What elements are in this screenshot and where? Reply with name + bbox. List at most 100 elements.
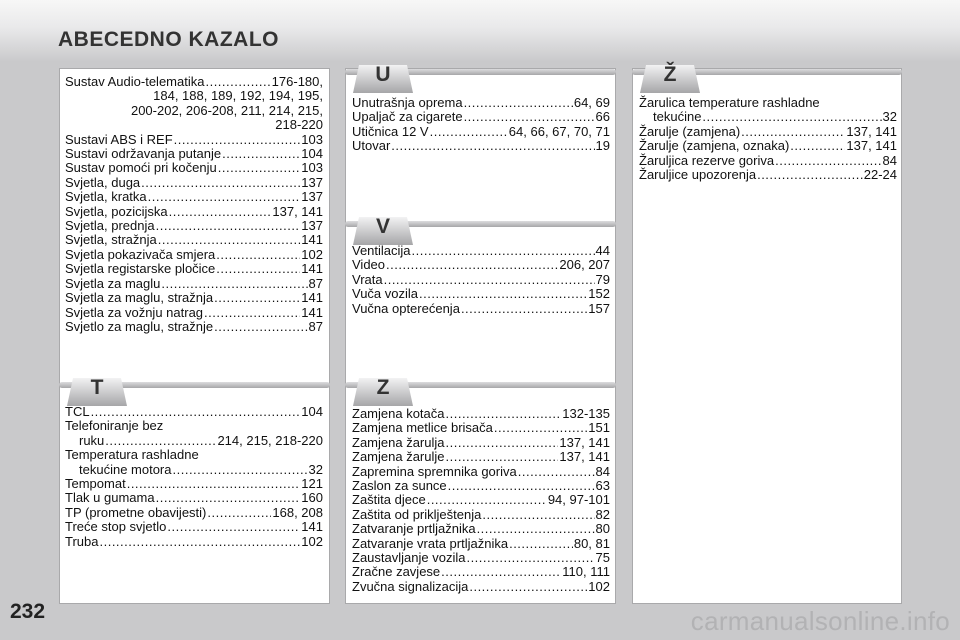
index-entry: Sustav Audio-telematika 176-180, — [65, 74, 323, 89]
entry-pages: 121 — [301, 476, 323, 492]
dot-leader — [91, 405, 301, 419]
index-entry: Svjetla, kratka 137 — [65, 189, 323, 205]
dot-leader — [461, 302, 587, 316]
section-zh: Ž — [632, 63, 902, 93]
dot-leader — [173, 463, 308, 477]
index-entry: Sustav pomoći pri kočenju 103 — [65, 160, 323, 176]
entry-pages: 87 — [308, 318, 323, 334]
dot-leader — [427, 493, 547, 507]
section-letter: Ž — [663, 63, 677, 86]
entry-pages: 137, 141 — [559, 449, 610, 465]
entry-pages: 102 — [301, 246, 323, 262]
page-title: ABECEDNO KAZALO — [58, 28, 279, 51]
index-entry: tekućine motora 32 — [65, 461, 323, 477]
entry-term: Tlak u gumama — [65, 490, 155, 506]
dot-leader — [448, 479, 595, 493]
entry-pages: 176-180, — [271, 74, 323, 89]
entry-term: TP (prometne obavijesti) — [65, 504, 207, 520]
dot-leader — [509, 537, 573, 551]
entry-term: Sustav pomoći pri kočenju — [65, 160, 217, 176]
entry-pages: 103 — [301, 160, 323, 176]
index-entry: Sustavi održavanja putanje 104 — [65, 146, 323, 162]
entry-term: Svjetla, kratka — [65, 189, 147, 205]
index-entry: Ventilacija 44 — [352, 243, 610, 258]
entry-term: Zatvaranje prtljažnika — [352, 521, 476, 537]
dot-leader — [205, 75, 270, 89]
entry-pages: 141 — [301, 304, 323, 320]
entry-term: Unutrašnja oprema — [352, 95, 463, 110]
index-entry: Unutrašnja oprema 64, 69 — [352, 95, 610, 110]
entry-term: tekućine motora — [79, 461, 172, 477]
entry-term: Žarulje (zamjena) — [639, 123, 741, 139]
dot-leader — [464, 96, 573, 110]
index-entry: Sustavi ABS i REF 103 — [65, 132, 323, 147]
section-letter: T — [90, 376, 104, 399]
index-entry: Treće stop svjetlo 141 — [65, 519, 323, 535]
entry-pages: 66 — [595, 109, 610, 125]
index-entry: Svjetla registarske pločice 141 — [65, 261, 323, 277]
dot-leader — [169, 205, 272, 219]
entry-term-line: Temperatura rashladne — [65, 447, 199, 463]
index-entry: Žarulje (zamjena) 137, 141 — [639, 123, 897, 139]
entry-pages: 168, 208 — [272, 504, 323, 520]
index-entry: Svjetla za vožnju natrag 141 — [65, 304, 323, 320]
index-entry: Vučna opterećenja 157 — [352, 301, 610, 316]
dot-leader — [464, 110, 595, 124]
index-column-1: Sustav Audio-telematika 176-180,184, 188,… — [59, 68, 330, 604]
entry-term: Zaštita od priklještenja — [352, 506, 482, 522]
entry-term: Žaruljica rezerve goriva — [639, 152, 775, 168]
entry-pages: 141 — [301, 261, 323, 277]
index-entry: Video 206, 207 — [352, 257, 610, 272]
index-entry: Zaštita od priklještenja 82 — [352, 506, 610, 522]
dot-leader — [99, 535, 300, 549]
entry-term: Svjetla za maglu — [65, 275, 161, 291]
index-entry: Utičnica 12 V 64, 66, 67, 70, 71 — [352, 124, 610, 139]
index-entry: Zatvaranje prtljažnika 80 — [352, 521, 610, 537]
entry-term: Zaustavljanje vozila — [352, 550, 466, 566]
entry-term: ruku — [79, 432, 105, 448]
entry-pages: 104 — [301, 146, 323, 162]
dot-leader — [518, 465, 595, 479]
dot-leader — [384, 273, 595, 287]
entry-term: Žaruljice upozorenja — [639, 167, 757, 183]
entry-term: Zatvaranje vrata prtljažnika — [352, 535, 509, 551]
entry-pages: 84 — [882, 152, 897, 168]
dot-leader — [430, 125, 508, 139]
dot-leader — [757, 168, 863, 182]
dot-leader — [161, 277, 307, 291]
index-entry: Svjetla pokazivača smjera 102 — [65, 246, 323, 262]
entry-pages: 63 — [595, 478, 610, 494]
entry-term: Svjetla za maglu, stražnja — [65, 290, 214, 306]
dot-leader — [156, 491, 301, 505]
entry-pages: 137, 141 — [272, 203, 323, 219]
dot-leader — [222, 147, 300, 161]
dot-leader — [216, 248, 300, 262]
entry-pages: 79 — [595, 271, 610, 287]
entry-term: Svjetla, pozicijska — [65, 203, 168, 219]
dot-leader — [494, 421, 587, 435]
entry-pages: 137 — [301, 189, 323, 205]
entry-pages: 22-24 — [863, 167, 897, 183]
dot-leader — [477, 522, 595, 536]
entry-term: Zamjena žarulje — [352, 449, 445, 465]
dot-leader — [127, 477, 301, 491]
index-entry: Zamjena kotača 132-135 — [352, 406, 610, 421]
entry-pages-continued: 218-220 — [275, 117, 323, 133]
index-entry: Tlak u gumama 160 — [65, 490, 323, 506]
index-entry: Zamjena žarulje 137, 141 — [352, 449, 610, 465]
entry-term: Utovar — [352, 138, 391, 154]
entry-pages-continued: 184, 188, 189, 192, 194, 195, — [153, 88, 323, 104]
dot-leader — [790, 139, 845, 153]
dot-leader — [158, 233, 301, 247]
entry-term: Zamjena kotača — [352, 406, 445, 421]
section-z: Z — [345, 376, 616, 406]
index-entry: Svjetla za maglu, stražnja 141 — [65, 290, 323, 306]
index-entry: Vuča vozila 152 — [352, 286, 610, 302]
entry-pages: 44 — [595, 243, 610, 258]
entry-term: Zaštita djece — [352, 492, 426, 508]
entry-term-line: Žarulica temperature rashladne — [639, 95, 820, 110]
entry-term: Treće stop svjetlo — [65, 519, 167, 535]
entry-term: Vuča vozila — [352, 286, 418, 302]
dot-leader — [419, 287, 587, 301]
dot-leader — [775, 154, 881, 168]
